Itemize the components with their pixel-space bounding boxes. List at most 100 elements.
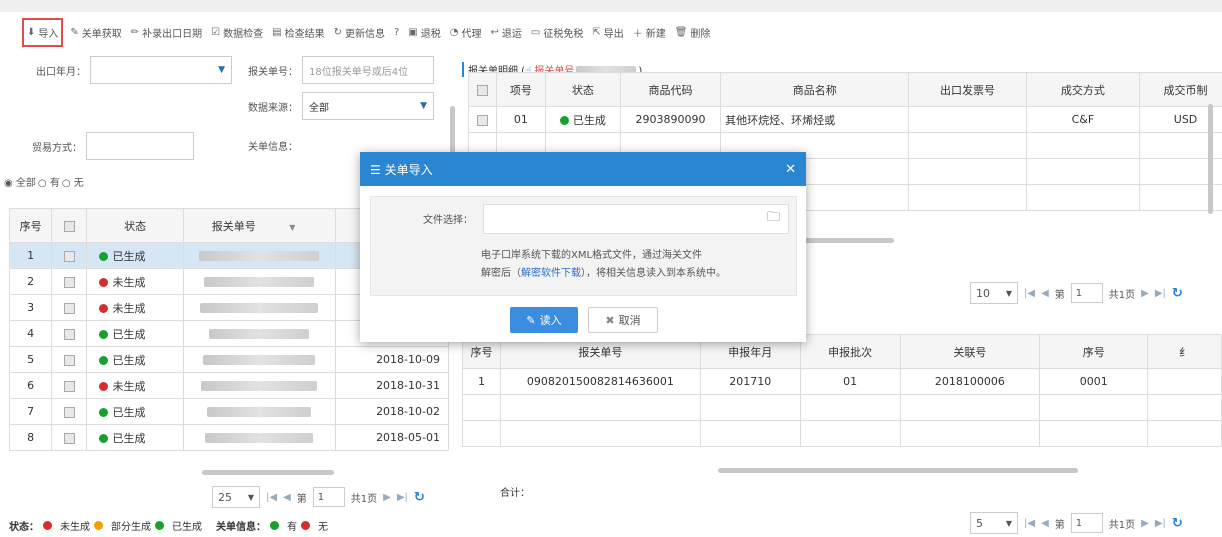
red-dot-icon [301, 521, 310, 530]
radio-yes[interactable]: ○ 有 [38, 174, 60, 189]
total-label: 合计： [500, 488, 530, 499]
export-button[interactable]: ⇱ 导出 [592, 25, 623, 40]
col-status: 状态 [86, 208, 184, 243]
close-icon: ✖ [605, 313, 615, 327]
file-input[interactable]: 🗀 [483, 204, 789, 234]
money-icon: ▣ [408, 26, 418, 38]
left-hscrollbar[interactable] [202, 470, 334, 475]
checkbox[interactable] [63, 380, 75, 392]
detail-col-select[interactable] [468, 72, 497, 107]
fetch-customs-button[interactable]: ✎ 关单获取 [70, 25, 121, 40]
customs-no-input[interactable]: 18位报关单号或后4位 [302, 56, 434, 84]
page-size-select[interactable]: 25 ▼ [212, 486, 260, 508]
check-result-button[interactable]: ▤ 检查结果 [272, 25, 324, 40]
col-select[interactable] [51, 208, 88, 243]
trash-icon: 🗑 [674, 26, 688, 38]
table-row[interactable]: 01 已生成 2903890090 其他环烷烃、环烯烃或 C&F USD [468, 106, 1222, 133]
export-month-select[interactable]: ▼ [90, 56, 232, 84]
checkbox[interactable] [63, 328, 75, 340]
detail-pager: 10 ▼ |◀ ◀ 第 1 共1页 ▶ ▶| ↻ [970, 282, 1183, 304]
detail-col-status: 状态 [544, 72, 621, 107]
table-row[interactable]: 7 已生成 2018-10-02 [8, 398, 449, 425]
info-radio-group: ◉ 全部 ○ 有 ○ 无 [4, 174, 84, 189]
detail-col-name: 商品名称 [720, 72, 910, 107]
update-info-button[interactable]: ↻ 更新信息 [334, 25, 385, 40]
checkbox[interactable] [476, 114, 488, 126]
menu-icon: ☰ [370, 162, 385, 177]
plus-icon: ＋ [632, 28, 643, 40]
page-size-select[interactable]: 10 ▼ [970, 282, 1018, 304]
left-pager: 25 ▼ |◀ ◀ 第 1 共1页 ▶ ▶| ↻ [212, 486, 425, 508]
next-page-icon[interactable]: ▶ [383, 492, 391, 503]
checkbox[interactable] [63, 302, 75, 314]
checkbox[interactable] [63, 432, 75, 444]
help-button[interactable]: ? [394, 27, 399, 38]
return-button[interactable]: ↩ 退运 [490, 25, 521, 40]
first-page-icon[interactable]: |◀ [1024, 288, 1035, 299]
refresh-icon[interactable]: ↻ [1172, 286, 1183, 301]
radio-all[interactable]: ◉ 全部 [4, 174, 36, 189]
first-page-icon[interactable]: |◀ [266, 492, 277, 503]
checkbox[interactable] [63, 250, 75, 262]
lower-hscrollbar[interactable] [718, 468, 1078, 473]
lower-pager: 5 ▼ |◀ ◀ 第 1 共1页 ▶ ▶| ↻ [970, 512, 1183, 534]
cancel-button[interactable]: ✖ 取消 [588, 307, 658, 333]
last-page-icon[interactable]: ▶| [1155, 518, 1166, 529]
col-customs-no[interactable]: 报关单号 ▼ [182, 208, 337, 243]
monitor-icon: ▭ [530, 26, 541, 38]
refresh-icon[interactable]: ↻ [1172, 516, 1183, 531]
detail-vscrollbar[interactable] [1208, 104, 1213, 214]
checkbox[interactable] [63, 276, 75, 288]
page-input[interactable]: 1 [1070, 283, 1103, 303]
checkbox[interactable] [476, 84, 488, 96]
read-button[interactable]: ✎ 读入 [510, 307, 578, 333]
fill-export-date-button[interactable]: ✏ 补录出口日期 [131, 25, 202, 40]
new-button[interactable]: ＋新建 [633, 25, 666, 40]
trade-mode-input[interactable] [86, 132, 194, 160]
blurred-number [203, 355, 316, 365]
table-row[interactable]: 5 已生成 2018-10-09 [8, 346, 449, 373]
data-source-select[interactable]: 全部 ▼ [302, 92, 434, 120]
page-input[interactable]: 1 [1070, 513, 1103, 533]
table-row[interactable]: 8 已生成 2018-05-01 [8, 424, 449, 451]
blurred-number [199, 251, 320, 261]
table-row[interactable]: 1 090820150082814636001 201710 01 201810… [462, 368, 1222, 395]
blurred-number [205, 433, 314, 443]
checkbox[interactable] [63, 220, 75, 232]
refresh-icon[interactable]: ↻ [414, 490, 425, 505]
first-page-icon[interactable]: |◀ [1024, 518, 1035, 529]
prev-page-icon[interactable]: ◀ [1041, 288, 1049, 299]
help-icon: ? [393, 26, 400, 38]
checkbox[interactable] [63, 406, 75, 418]
last-page-icon[interactable]: ▶| [397, 492, 408, 503]
page-size-select[interactable]: 5 ▼ [970, 512, 1018, 534]
table-row [462, 420, 1222, 447]
next-page-icon[interactable]: ▶ [1141, 518, 1149, 529]
table-row [462, 394, 1222, 421]
table-row[interactable]: 6 未生成 2018-10-31 [8, 372, 449, 399]
last-page-icon[interactable]: ▶| [1155, 288, 1166, 299]
import-button[interactable]: ⬇ 导入 [22, 17, 64, 47]
prev-page-icon[interactable]: ◀ [283, 492, 291, 503]
close-icon[interactable]: ✕ [785, 162, 796, 177]
agent-button[interactable]: ◔ 代理 [450, 25, 482, 40]
tax-exempt-button[interactable]: ▭ 征税免税 [531, 25, 583, 40]
blurred-number [209, 329, 310, 339]
next-page-icon[interactable]: ▶ [1141, 288, 1149, 299]
import-icon: ⬇ [27, 26, 36, 38]
decrypt-download-link[interactable]: 解密软件下载 [521, 268, 581, 279]
tax-refund-button[interactable]: ▣ 退税 [408, 25, 440, 40]
trade-mode-row: 贸易方式： [32, 132, 194, 160]
detail-col-deal: 成交方式 [1025, 72, 1141, 107]
green-dot-icon [270, 521, 279, 530]
radio-no[interactable]: ○ 无 [62, 174, 84, 189]
data-check-button[interactable]: ☑ 数据检查 [211, 25, 263, 40]
checkbox[interactable] [63, 354, 75, 366]
status-dot-icon [99, 277, 109, 287]
status-dot-icon [99, 303, 109, 313]
orange-dot-icon [94, 521, 103, 530]
delete-button[interactable]: 🗑 删除 [675, 25, 711, 40]
prev-page-icon[interactable]: ◀ [1041, 518, 1049, 529]
page-input[interactable]: 1 [312, 487, 345, 507]
col-no: 序号 [8, 208, 53, 243]
